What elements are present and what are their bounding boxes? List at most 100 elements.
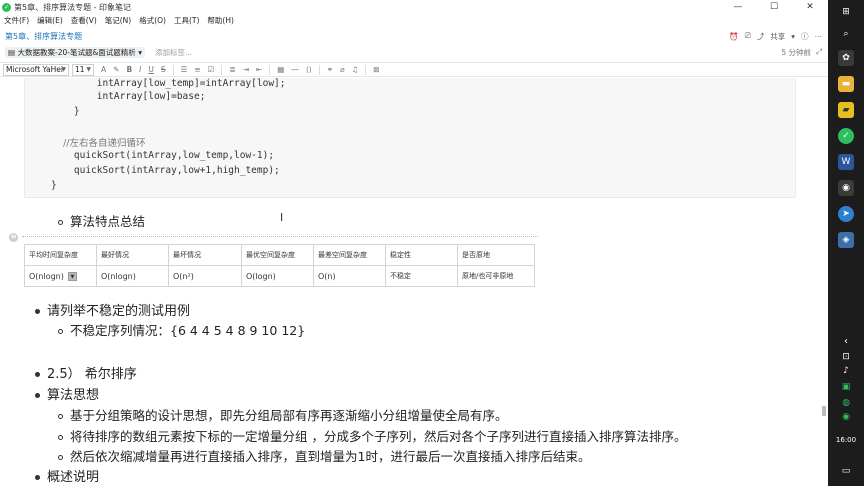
table-cell[interactable]: O(logn)	[241, 265, 314, 287]
notebook-icon: ▤	[8, 47, 16, 57]
tray-evernote-icon[interactable]: ◉	[828, 412, 864, 422]
search-icon[interactable]: ⌕	[838, 26, 854, 42]
app-grid-icon[interactable]: ✿	[838, 50, 854, 66]
table-header-cell[interactable]: 最好情况	[96, 244, 169, 266]
code-block[interactable]: intArray[low_temp]=intArray[low]; intArr…	[24, 78, 796, 198]
note-editor[interactable]: intArray[low_temp]=intArray[low]; intArr…	[0, 78, 820, 486]
bullet-icon	[58, 329, 63, 334]
browser-icon[interactable]: ➤	[838, 206, 854, 222]
windows-start-icon[interactable]: ⊞	[838, 4, 854, 20]
table-cell[interactable]: O(nlogn) ▼	[24, 265, 97, 287]
word-icon[interactable]: W	[838, 154, 854, 170]
bullet-icon	[58, 414, 63, 419]
menu-file[interactable]: 文件(F)	[4, 15, 29, 26]
text-color-icon[interactable]: A	[101, 65, 106, 74]
menu-help[interactable]: 帮助(H)	[207, 15, 234, 26]
table-cell[interactable]: O(n)	[313, 265, 386, 287]
table-cell[interactable]: 不稳定	[385, 265, 458, 287]
table-header-cell[interactable]: 稳定性	[385, 244, 458, 266]
table-header-cell[interactable]: 是否原地	[457, 244, 535, 266]
network-icon[interactable]: ⊡	[828, 352, 864, 362]
code-line: }	[51, 106, 80, 117]
table-cell[interactable]: O(nlogn)	[96, 265, 169, 287]
notebook-selector[interactable]: ▤ 大数据教案-20-笔试题&面试题精析 ▾	[5, 46, 145, 58]
presentation-icon[interactable]: ⎚	[745, 31, 751, 41]
editor-scrollbar[interactable]	[820, 78, 828, 486]
align-icon[interactable]: ≣	[229, 65, 235, 74]
chevron-down-icon: ▼	[61, 65, 66, 73]
scrollbar-thumb[interactable]	[822, 406, 826, 416]
clear-format-icon[interactable]: ⊠	[373, 65, 379, 74]
bullet-icon	[58, 220, 63, 225]
menu-note[interactable]: 笔记(N)	[105, 15, 131, 26]
volume-icon[interactable]: ♪	[828, 366, 864, 376]
checkbox-icon[interactable]: ☑	[208, 65, 215, 74]
share-icon[interactable]: ⤴	[757, 31, 765, 42]
menu-view[interactable]: 查看(V)	[71, 15, 97, 26]
minimize-button[interactable]: —	[720, 0, 756, 14]
app-icon[interactable]: ◈	[838, 232, 854, 248]
add-tag-input[interactable]: 添加标签...	[155, 47, 192, 58]
share-button[interactable]: 共享	[770, 31, 785, 42]
complexity-table[interactable]: 平均时间复杂度 最好情况 最坏情况 最优空间复杂度 最差空间复杂度 稳定性 是否…	[24, 244, 535, 287]
table-header-cell[interactable]: 最差空间复杂度	[313, 244, 386, 266]
table-header-cell[interactable]: 最坏情况	[168, 244, 242, 266]
section-overview: 概述说明	[47, 470, 100, 485]
section-algo-features: 算法特点总结	[70, 214, 146, 229]
chevron-down-icon[interactable]: ▾	[791, 32, 795, 41]
windows-taskbar: ⊞ ⌕ ✿ ▬ ▰ ✓ W ◉ ➤ ◈ ‹ ⊡ ♪ ▣ ◍ ◉ 16:00 ▭	[828, 0, 864, 486]
outdent-icon[interactable]: ⇤	[256, 65, 262, 74]
highlight-icon[interactable]: ✎	[113, 65, 119, 74]
tray-app-icon[interactable]: ▣	[828, 382, 864, 392]
toolbar-divider	[269, 64, 271, 75]
close-button[interactable]: ✕	[792, 0, 828, 14]
microphone-icon[interactable]: ♫	[352, 65, 359, 74]
list-item: 概述说明	[35, 466, 99, 485]
more-icon[interactable]: ⋯	[815, 32, 823, 41]
evernote-icon[interactable]: ✓	[838, 128, 854, 144]
code-block-icon[interactable]: ⟨⟩	[306, 65, 312, 74]
menu-tools[interactable]: 工具(T)	[174, 15, 199, 26]
window-title: 第5章、排序算法专题 - 印象笔记	[14, 2, 132, 12]
notes-icon[interactable]: ▰	[838, 102, 854, 118]
table-cell[interactable]: O(n²)	[168, 265, 242, 287]
chevron-up-icon[interactable]: ‹	[828, 336, 864, 347]
bullet-icon	[35, 475, 40, 480]
menu-edit[interactable]: 编辑(E)	[37, 15, 63, 26]
font-size-select[interactable]: 11 ▼	[72, 63, 94, 76]
chrome-icon[interactable]: ◉	[838, 180, 854, 196]
horizontal-rule-icon[interactable]: ―	[291, 65, 299, 74]
bullet-list-icon[interactable]: ☰	[181, 65, 188, 74]
tray-wechat-icon[interactable]: ◍	[828, 398, 864, 408]
font-family-select[interactable]: Microsoft YaHei ▼	[3, 63, 69, 76]
indent-icon[interactable]: ⇥	[243, 65, 249, 74]
numbered-list-icon[interactable]: ≡	[194, 65, 200, 74]
underline-icon[interactable]: U	[148, 65, 154, 74]
maximize-button[interactable]: ☐	[756, 0, 792, 14]
expand-icon[interactable]: ⤢	[816, 47, 822, 58]
menu-format[interactable]: 格式(O)	[139, 15, 166, 26]
clock[interactable]: 16:00	[828, 436, 864, 444]
reminder-icon[interactable]: ⏰	[729, 32, 738, 41]
text-cursor-icon: I	[280, 211, 284, 224]
table-header-cell[interactable]: 最优空间复杂度	[241, 244, 314, 266]
table-icon[interactable]: ▦	[277, 65, 284, 74]
bullet-icon	[35, 309, 40, 314]
notification-icon[interactable]: ▭	[828, 466, 864, 476]
note-title[interactable]: 第5章、排序算法专题	[5, 31, 729, 42]
strikethrough-icon[interactable]: S	[161, 65, 166, 74]
link-icon[interactable]: ⚭	[327, 65, 333, 74]
attachment-icon[interactable]: ⌀	[340, 65, 345, 74]
list-item: 基于分组策略的设计思想，即先分组局部有序再逐渐缩小分组增量使全局有序。	[58, 405, 508, 424]
list-item: 算法思想	[35, 384, 99, 403]
section-algo-idea: 算法思想	[47, 388, 100, 403]
table-cell[interactable]: 原地/也可非原地	[457, 265, 535, 287]
bold-icon[interactable]: B	[126, 65, 132, 74]
code-line: quickSort(intArray,low+1,high_temp);	[51, 165, 280, 176]
info-icon[interactable]: ⓘ	[801, 31, 809, 42]
italic-icon[interactable]: I	[139, 65, 141, 74]
table-header-cell[interactable]: 平均时间复杂度	[24, 244, 97, 266]
cell-dropdown-icon[interactable]: ▼	[67, 271, 77, 281]
table-menu-icon[interactable]: ≡	[9, 233, 18, 242]
file-explorer-icon[interactable]: ▬	[838, 76, 854, 92]
